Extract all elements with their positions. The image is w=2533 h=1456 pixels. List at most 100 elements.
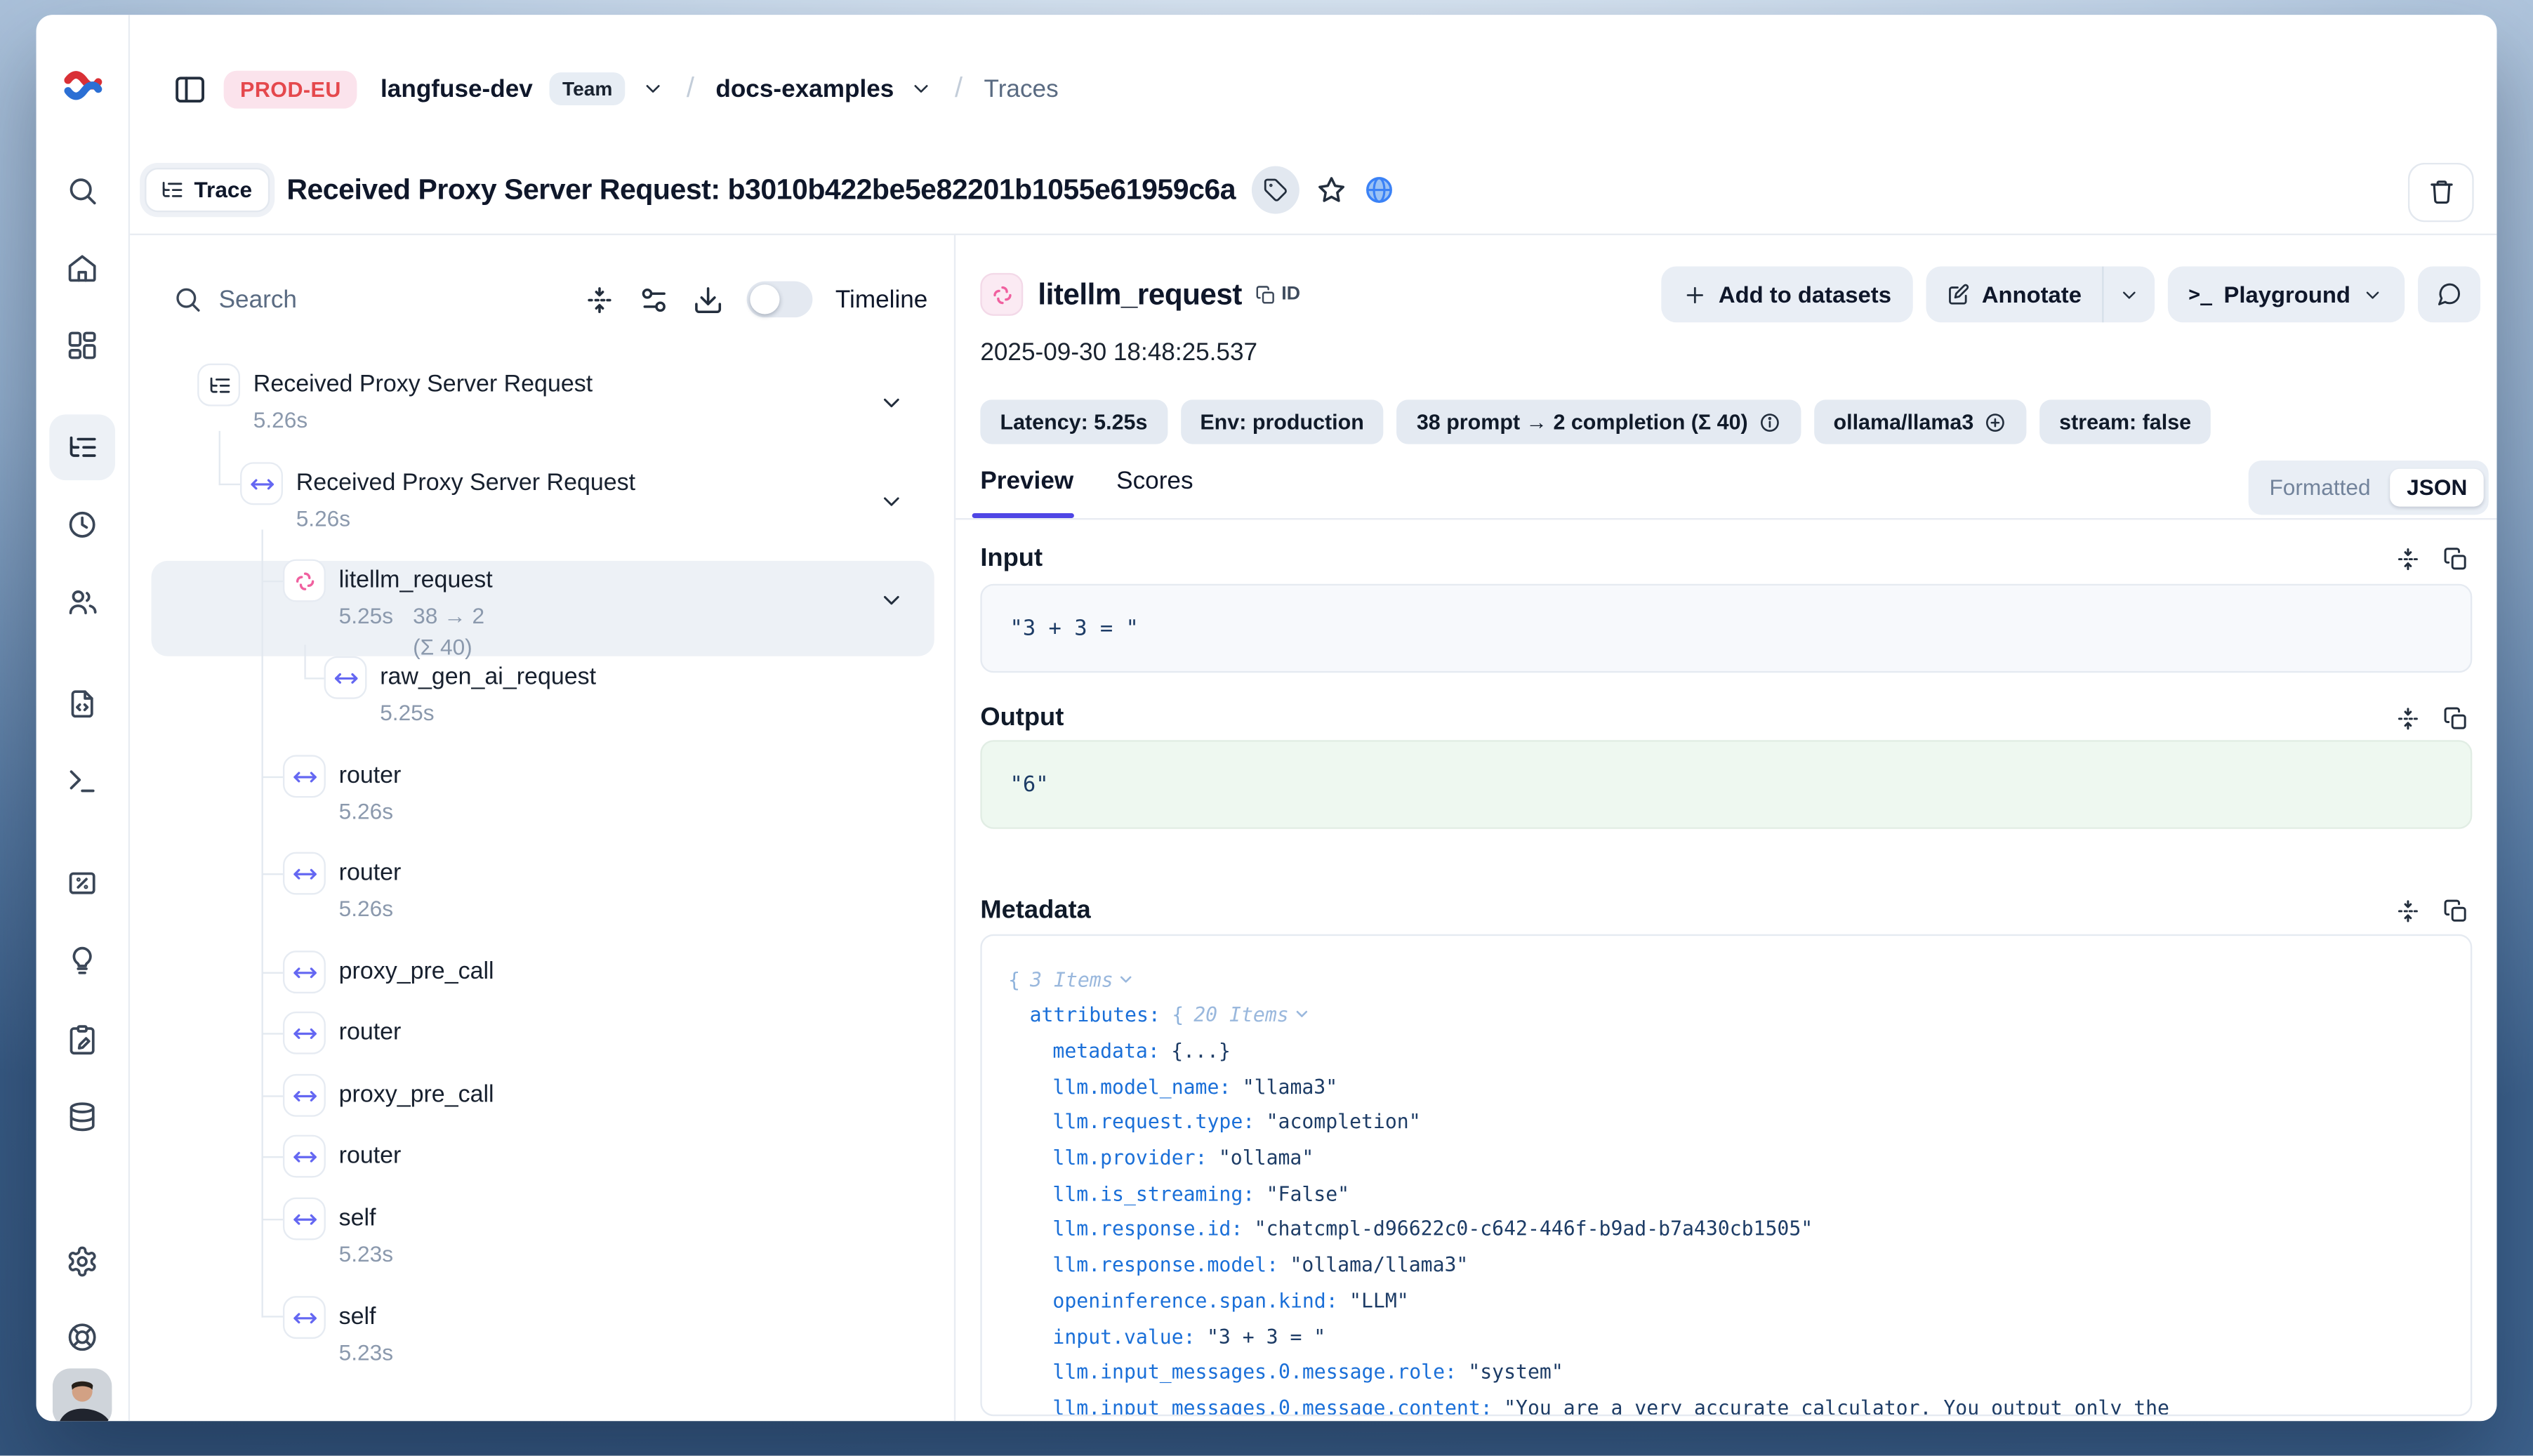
model-badge[interactable]: ollama/llama3 (1813, 399, 2026, 444)
json-line: llm.response.id:"chatcmpl-d96622c0-c642-… (1008, 1213, 2444, 1249)
annotate-button[interactable]: Annotate (1926, 267, 2101, 323)
trace-title-bar: Trace Received Proxy Server Request: b30… (130, 147, 2496, 235)
span-label: proxy_pre_call (339, 955, 494, 988)
tree-guide (303, 644, 305, 677)
sidebar-rail (37, 14, 131, 1420)
span-move-icon (283, 951, 326, 993)
org-dropdown-chevron-icon[interactable] (642, 77, 666, 100)
tree-guide (218, 431, 219, 485)
playground-nav-icon[interactable] (67, 765, 100, 798)
tree-guide (260, 1033, 282, 1034)
metadata-json-viewer[interactable]: {3 Items attributes:{20 Items metadata:{… (980, 934, 2472, 1417)
token-usage-badge[interactable]: 38 prompt → 2 completion (Σ 40) (1397, 399, 1801, 444)
settings-nav-icon[interactable] (67, 1245, 100, 1278)
output-section-label: Output (980, 704, 1064, 734)
collapse-section-icon[interactable] (2395, 546, 2421, 572)
tree-settings-icon[interactable] (638, 284, 670, 315)
collapse-section-icon[interactable] (2395, 898, 2421, 924)
home-nav-icon[interactable] (67, 251, 100, 284)
collapse-section-icon[interactable] (2395, 706, 2421, 732)
prompts-nav-icon[interactable] (67, 687, 100, 720)
plus-icon (1682, 282, 1707, 307)
project-name[interactable]: docs-examples (715, 75, 894, 103)
span-move-icon (240, 462, 283, 505)
view-json-option[interactable]: JSON (2390, 469, 2484, 507)
tab-scores[interactable]: Scores (1116, 467, 1193, 495)
output-value-box[interactable]: "6" (980, 740, 2472, 829)
search-icon (173, 284, 202, 314)
annotate-dropdown-button[interactable] (2103, 267, 2154, 323)
tree-guide (260, 972, 282, 974)
span-move-icon (283, 852, 326, 895)
judge-nav-icon[interactable] (67, 944, 100, 977)
span-move-icon (283, 1074, 326, 1117)
chevron-down-icon[interactable] (1116, 969, 1135, 988)
sessions-nav-icon[interactable] (67, 508, 100, 541)
collapse-chevron-icon[interactable] (878, 587, 904, 613)
copy-icon[interactable] (2442, 898, 2468, 924)
tree-guide (260, 1316, 282, 1317)
trace-type-badge[interactable]: Trace (145, 168, 270, 213)
delete-trace-button[interactable] (2408, 162, 2474, 221)
span-label: proxy_pre_call (339, 1079, 494, 1112)
collapse-chevron-icon[interactable] (878, 390, 904, 416)
copy-icon[interactable] (2442, 546, 2468, 572)
tab-preview[interactable]: Preview (980, 467, 1073, 495)
sidebar-toggle-icon[interactable] (173, 72, 207, 106)
star-icon (1316, 175, 1348, 206)
tree-guide (260, 776, 282, 778)
bookmark-star-button[interactable] (1316, 175, 1348, 206)
span-label: router (339, 760, 402, 793)
timeline-toggle[interactable] (746, 282, 812, 318)
environment-badge: PROD-EU (224, 70, 358, 108)
observation-header: litellm_request ID Add to datasets (980, 265, 2480, 324)
datasets-nav-icon[interactable] (67, 1099, 100, 1132)
json-line[interactable]: attributes:{20 Items (1008, 999, 2444, 1035)
organization-name[interactable]: langfuse-dev (381, 75, 533, 103)
span-label: router (339, 1140, 402, 1173)
project-dropdown-chevron-icon[interactable] (911, 77, 934, 100)
annotation-nav-icon[interactable] (67, 1023, 100, 1056)
user-avatar[interactable] (53, 1368, 112, 1420)
evaluation-nav-icon[interactable] (67, 867, 100, 900)
dashboards-nav-icon[interactable] (67, 329, 100, 362)
chevron-down-icon[interactable] (1292, 1005, 1310, 1024)
breadcrumb-section[interactable]: Traces (984, 75, 1059, 103)
search-input[interactable] (173, 284, 561, 314)
app-window: PROD-EU langfuse-dev Team / docs-example… (37, 14, 2497, 1420)
tag-button[interactable] (1252, 166, 1300, 214)
users-nav-icon[interactable] (67, 585, 100, 618)
span-duration: 5.25s (380, 697, 434, 729)
support-nav-icon[interactable] (67, 1321, 100, 1354)
output-value: "6" (1010, 772, 1049, 797)
tree-guide (260, 1095, 282, 1097)
terminal-prompt-icon: >_ (2188, 283, 2212, 306)
comment-button[interactable] (2418, 267, 2480, 323)
playground-button[interactable]: >_ Playground (2167, 267, 2405, 323)
download-icon[interactable] (692, 284, 724, 315)
search-field[interactable] (219, 285, 383, 313)
json-line: llm.input_messages.0.message.role:"syste… (1008, 1356, 2444, 1391)
input-value-box[interactable]: "3 + 3 = " (980, 584, 2472, 673)
chevron-down-icon (2118, 284, 2139, 305)
latency-badge: Latency: 5.25s (980, 399, 1167, 444)
selected-row-highlight (152, 561, 934, 656)
collapse-chevron-icon[interactable] (878, 489, 904, 515)
span-label: litellm_request (339, 564, 493, 597)
public-link-button[interactable] (1364, 175, 1396, 206)
copy-id-button[interactable]: ID (1255, 284, 1300, 305)
org-type-badge: Team (549, 72, 626, 105)
view-formatted-option[interactable]: Formatted (2253, 469, 2387, 507)
collapse-all-icon[interactable] (583, 284, 615, 315)
span-label: raw_gen_ai_request (380, 661, 596, 694)
plus-circle-icon (1983, 411, 2006, 434)
observation-badges: Latency: 5.25s Env: production 38 prompt… (980, 399, 2211, 444)
generation-swirl-icon (283, 560, 326, 602)
search-nav-icon[interactable] (67, 174, 100, 207)
json-line[interactable]: metadata:{...} (1008, 1034, 2444, 1070)
langfuse-logo-icon[interactable] (62, 64, 105, 107)
tracing-nav-icon[interactable] (67, 431, 100, 464)
copy-icon[interactable] (2442, 706, 2468, 732)
json-line[interactable]: {3 Items (1008, 963, 2444, 999)
add-to-datasets-button[interactable]: Add to datasets (1661, 267, 1912, 323)
